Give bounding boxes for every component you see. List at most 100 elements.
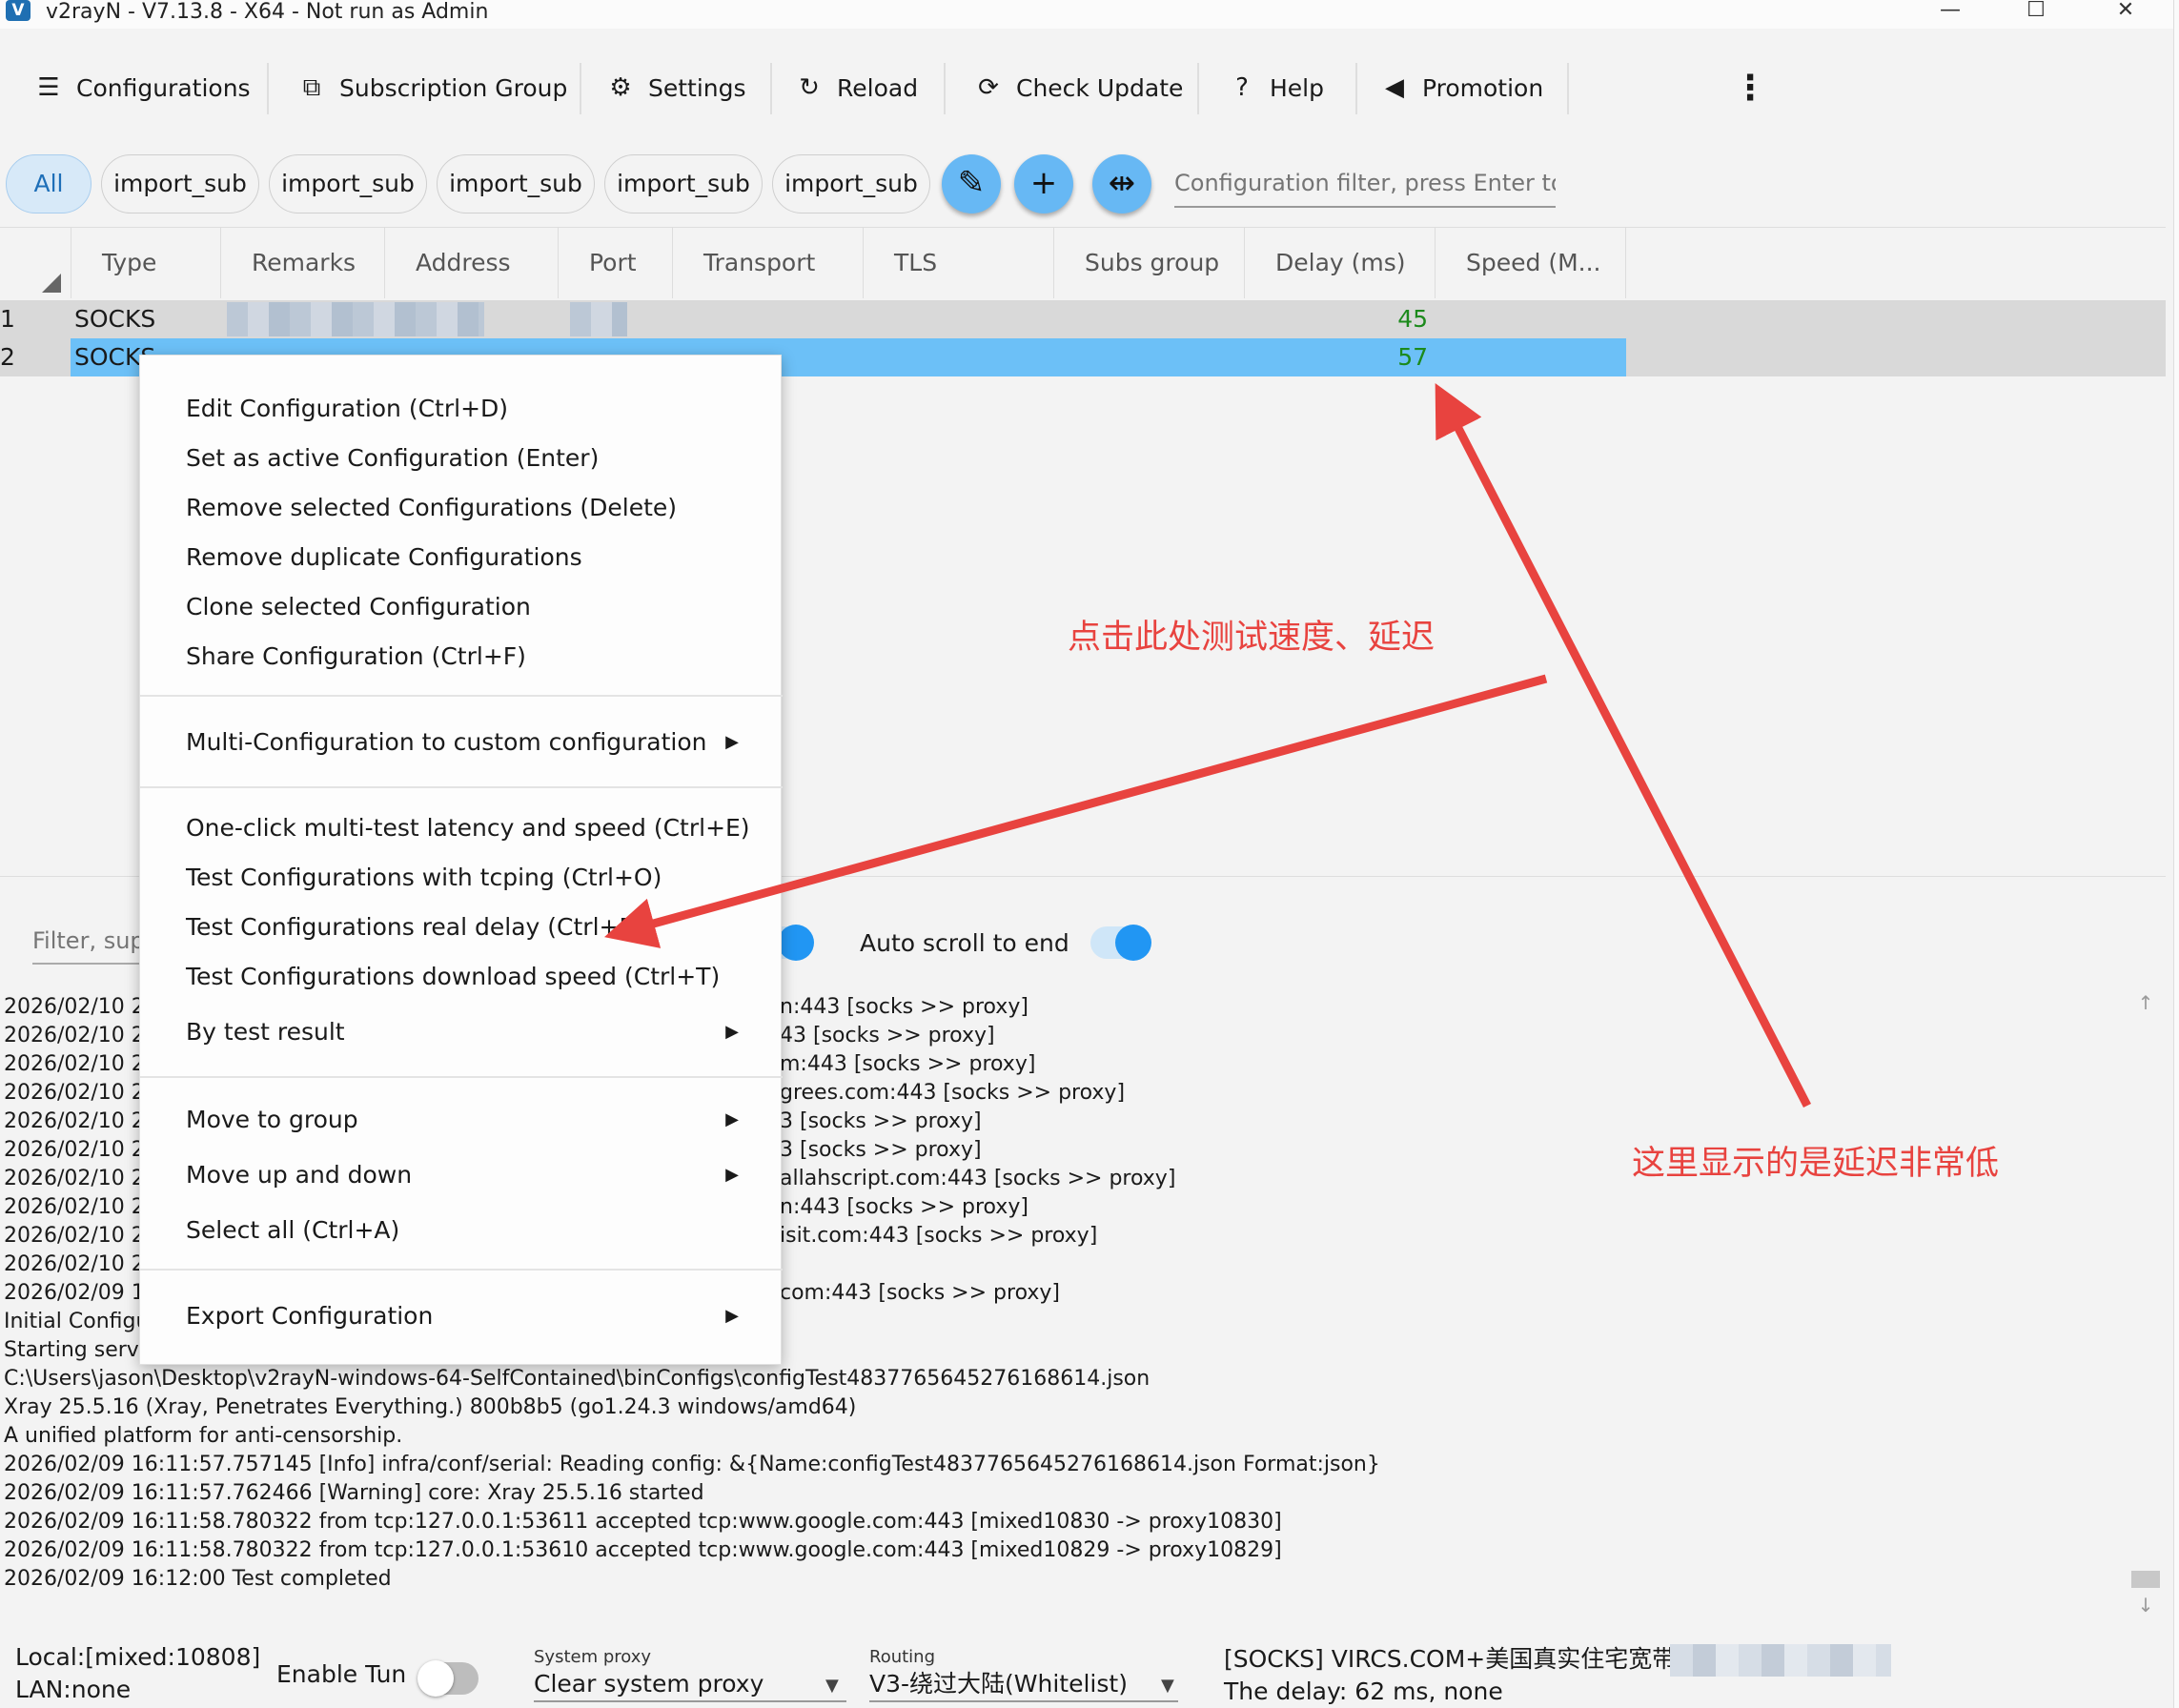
cell-delay: 45 — [1397, 305, 1428, 333]
submenu-arrow-icon: ▶ — [725, 732, 739, 752]
app-window: V v2rayN - V7.13.8 - X64 - Not run as Ad… — [0, 0, 2173, 1708]
menu-item-share[interactable]: Share Configuration (Ctrl+F) — [140, 634, 783, 680]
log-line: 2026/02/09 16:11:58.780322 from tcp:127.… — [4, 1510, 1282, 1534]
log-line: 2026/02/09 1 — [4, 1281, 145, 1305]
log-line: C:\Users\jason\Desktop\v2rayN-windows-64… — [4, 1367, 1151, 1391]
reload-button[interactable]: ↻ Reload — [795, 69, 918, 107]
menu-item-label: Move up and down — [186, 1161, 413, 1189]
system-proxy-select[interactable]: Clear system proxy — [534, 1668, 846, 1702]
submenu-arrow-icon: ▶ — [725, 1306, 739, 1326]
redacted-remarks — [227, 302, 484, 336]
menu-item-remove-selected[interactable]: Remove selected Configurations (Delete) — [140, 485, 783, 531]
select-all-corner-icon[interactable] — [42, 274, 61, 293]
edit-sub-button[interactable]: ✎ — [942, 154, 1001, 214]
more-options-button[interactable]: ⋮ — [1733, 69, 1767, 108]
menu-item-clone[interactable]: Clone selected Configuration — [140, 584, 783, 630]
pencil-icon: ✎ — [957, 164, 986, 202]
log-line-tail: 3 [socks >> proxy] — [780, 1109, 982, 1133]
column-header-remarks[interactable]: Remarks — [221, 228, 385, 298]
menu-item-move-up-down[interactable]: Move up and down ▶ — [140, 1152, 783, 1198]
column-header-tls[interactable]: TLS — [864, 228, 1054, 298]
chip-import-sub[interactable]: import_sub — [269, 154, 427, 214]
chip-all[interactable]: All — [6, 154, 92, 214]
configurations-menu[interactable]: ☰ Configurations — [34, 69, 250, 107]
menu-item-label: Export Configuration — [186, 1302, 434, 1330]
cell-type: SOCKS — [74, 305, 156, 333]
add-sub-button[interactable]: + — [1014, 154, 1073, 214]
log-line: 2026/02/10 2 — [4, 1052, 145, 1076]
menu-item-real-delay[interactable]: Test Configurations real delay (Ctrl+R) — [140, 905, 783, 950]
column-header-transport[interactable]: Transport — [673, 228, 864, 298]
minimize-button[interactable]: — — [1922, 0, 1979, 25]
subscription-group-menu[interactable]: ⧉ Subscription Group — [297, 69, 568, 107]
log-line: 2026/02/10 2 — [4, 1024, 145, 1047]
scroll-down-icon[interactable]: ↓ — [2131, 1594, 2160, 1622]
toolbar-divider — [267, 63, 269, 114]
annotation-speed-test-note: 点击此处测试速度、延迟 — [1068, 619, 1436, 657]
table-row[interactable]: 1 SOCKS 45 — [0, 300, 2166, 338]
menu-item-set-active[interactable]: Set as active Configuration (Enter) — [140, 436, 783, 481]
scrollbar-thumb[interactable] — [2131, 1571, 2160, 1588]
split-sub-button[interactable]: ⇹ — [1092, 154, 1151, 214]
column-header-delay[interactable]: Delay (ms) — [1245, 228, 1436, 298]
chevron-down-icon: ▼ — [825, 1676, 839, 1696]
help-button[interactable]: ? Help — [1228, 69, 1324, 107]
title-bar: V v2rayN - V7.13.8 - X64 - Not run as Ad… — [0, 0, 2173, 29]
configuration-filter-input[interactable] — [1174, 160, 1556, 208]
v2rayn-logo-icon: V — [6, 0, 31, 21]
menu-item-export[interactable]: Export Configuration ▶ — [140, 1293, 783, 1339]
help-icon: ? — [1235, 73, 1249, 102]
menu-item-label: By test result — [186, 1018, 345, 1046]
chip-import-sub[interactable]: import_sub — [437, 154, 595, 214]
column-header-subs-group[interactable]: Subs group — [1054, 228, 1245, 298]
log-line: 2026/02/10 2 — [4, 995, 145, 1019]
chevron-down-icon: ▼ — [1161, 1676, 1174, 1696]
server-delay-text: The delay: 62 ms, none — [1224, 1678, 1503, 1705]
menu-item-edit[interactable]: Edit Configuration (Ctrl+D) — [140, 386, 783, 432]
chip-import-sub[interactable]: import_sub — [101, 154, 259, 214]
routing-label: Routing — [869, 1647, 936, 1667]
log-line: 2026/02/10 2 — [4, 1167, 145, 1190]
toolbar-divider — [770, 63, 772, 114]
menu-item-remove-duplicate[interactable]: Remove duplicate Configurations — [140, 535, 783, 580]
menu-item-download-speed[interactable]: Test Configurations download speed (Ctrl… — [140, 954, 783, 1000]
gear-icon: ⚙ — [609, 73, 632, 102]
menu-separator — [140, 786, 783, 788]
auto-scroll-toggle[interactable] — [1090, 925, 1151, 961]
menu-item-multi-custom[interactable]: Multi-Configuration to custom configurat… — [140, 720, 783, 765]
enable-tun-label: Enable Tun — [276, 1660, 407, 1688]
log-line-tail: isit.com:443 [socks >> proxy] — [780, 1224, 1098, 1248]
menu-item-one-click-test[interactable]: One-click multi-test latency and speed (… — [140, 805, 783, 851]
menu-item-tcping[interactable]: Test Configurations with tcping (Ctrl+O) — [140, 855, 783, 901]
close-button[interactable]: ✕ — [2097, 0, 2154, 25]
redacted-port — [570, 302, 627, 336]
main-toolbar: ☰ Configurations ⧉ Subscription Group ⚙ … — [0, 46, 2173, 130]
log-line: 2026/02/09 16:11:58.780322 from tcp:127.… — [4, 1538, 1282, 1562]
maximize-button[interactable]: ☐ — [2007, 0, 2065, 25]
check-update-button[interactable]: ⟳ Check Update — [974, 69, 1183, 107]
chip-import-sub[interactable]: import_sub — [772, 154, 930, 214]
settings-menu[interactable]: ⚙ Settings — [606, 69, 745, 107]
grid-header: Type Remarks Address Port Transport TLS … — [0, 228, 2166, 298]
column-header-port[interactable]: Port — [559, 228, 673, 298]
column-header-type[interactable]: Type — [71, 228, 221, 298]
menu-separator — [140, 1076, 783, 1078]
promotion-label: Promotion — [1422, 73, 1544, 102]
enable-tun-toggle[interactable] — [417, 1660, 479, 1697]
menu-item-move-to-group[interactable]: Move to group ▶ — [140, 1097, 783, 1143]
menu-item-by-test-result[interactable]: By test result ▶ — [140, 1009, 783, 1055]
log-line: 2026/02/09 16:11:57.757145 [Info] infra/… — [4, 1453, 1380, 1476]
column-header-speed[interactable]: Speed (M... — [1436, 228, 1626, 298]
window-title: v2rayN - V7.13.8 - X64 - Not run as Admi… — [46, 0, 489, 24]
menu-item-select-all[interactable]: Select all (Ctrl+A) — [140, 1208, 783, 1253]
menu-separator — [140, 695, 783, 697]
log-line-tail: allahscript.com:443 [socks >> proxy] — [780, 1167, 1176, 1190]
scroll-up-icon[interactable]: ↑ — [2131, 991, 2160, 1020]
column-header-address[interactable]: Address — [385, 228, 559, 298]
routing-select[interactable]: V3-绕过大陆(Whitelist) — [869, 1668, 1178, 1702]
log-line: 2026/02/09 16:11:57.762466 [Warning] cor… — [4, 1481, 704, 1505]
log-line: 2026/02/10 2 — [4, 1109, 145, 1133]
context-menu: Edit Configuration (Ctrl+D) Set as activ… — [139, 355, 783, 1365]
promotion-button[interactable]: ◀ Promotion — [1380, 69, 1543, 107]
chip-import-sub[interactable]: import_sub — [604, 154, 763, 214]
